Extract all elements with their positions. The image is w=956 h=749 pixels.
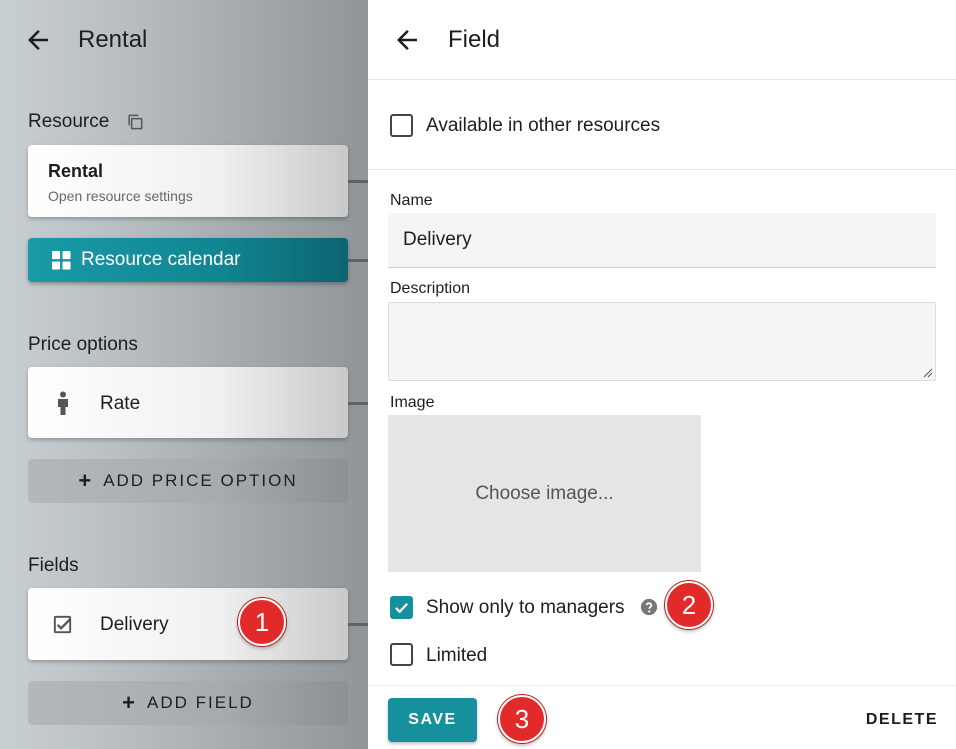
choose-image-text: Choose image... xyxy=(475,482,614,504)
fields-label: Fields xyxy=(28,555,79,576)
name-label: Name xyxy=(390,192,433,209)
resource-title: Rental xyxy=(78,26,148,53)
help-icon[interactable] xyxy=(640,598,658,616)
person-icon xyxy=(58,391,68,415)
field-title: Field xyxy=(448,26,501,53)
price-option-card[interactable]: Rate xyxy=(28,367,348,438)
field-panel: Field Available in other resources Name … xyxy=(368,0,956,749)
resource-label: Resource xyxy=(28,111,110,132)
check-icon xyxy=(395,602,408,614)
delete-button[interactable]: DELETE xyxy=(866,711,938,729)
copy-icon[interactable] xyxy=(125,112,145,132)
checkbox-checked-icon xyxy=(53,615,72,634)
field-card-label: Delivery xyxy=(100,614,169,635)
save-button[interactable]: SAVE xyxy=(388,698,477,742)
add-field-button[interactable]: + ADD FIELD xyxy=(28,681,348,725)
resource-card-title: Rental xyxy=(48,161,104,181)
resize-handle-icon[interactable] xyxy=(923,368,933,378)
connector-line xyxy=(348,259,368,262)
resource-calendar-label: Resource calendar xyxy=(81,249,241,270)
grid-icon xyxy=(52,251,71,270)
resource-panel: Rental Resource Rental Open resource set… xyxy=(0,0,368,749)
show-only-to-managers-checkbox[interactable] xyxy=(390,596,413,619)
step-badge-1: 1 xyxy=(238,598,286,646)
choose-image-dropzone[interactable]: Choose image... xyxy=(388,415,701,572)
step-badge-2: 2 xyxy=(665,581,713,629)
price-option-label: Rate xyxy=(100,393,141,414)
image-label: Image xyxy=(390,394,435,411)
description-textarea[interactable] xyxy=(388,302,936,381)
field-footer: SAVE DELETE xyxy=(368,685,956,749)
back-arrow-icon[interactable] xyxy=(392,25,422,55)
connector-line xyxy=(348,402,368,405)
description-label: Description xyxy=(390,280,471,297)
plus-icon: + xyxy=(78,468,92,493)
add-price-option-button[interactable]: + ADD PRICE OPTION xyxy=(28,459,348,503)
name-input[interactable] xyxy=(388,213,936,268)
available-in-other-resources-label: Available in other resources xyxy=(426,115,661,136)
connector-line xyxy=(348,623,368,626)
resource-section-label: Resource xyxy=(28,111,145,133)
resource-card-subtitle: Open resource settings xyxy=(48,188,193,204)
available-in-other-resources-checkbox[interactable] xyxy=(390,114,413,137)
add-price-option-label: ADD PRICE OPTION xyxy=(103,471,298,490)
limited-label: Limited xyxy=(426,645,488,666)
resource-card[interactable]: Rental Open resource settings xyxy=(28,145,348,217)
step-badge-3: 3 xyxy=(498,695,546,743)
limited-checkbox[interactable] xyxy=(390,643,413,666)
price-options-label: Price options xyxy=(28,334,138,355)
show-only-to-managers-label: Show only to managers xyxy=(426,597,625,618)
divider xyxy=(368,79,956,80)
plus-icon: + xyxy=(122,690,136,715)
divider xyxy=(368,169,956,170)
back-arrow-icon[interactable] xyxy=(23,25,53,55)
connector-line xyxy=(348,180,368,183)
resource-calendar-button[interactable]: Resource calendar xyxy=(28,238,348,282)
field-card-delivery[interactable]: Delivery xyxy=(28,588,348,660)
add-field-label: ADD FIELD xyxy=(147,693,254,712)
